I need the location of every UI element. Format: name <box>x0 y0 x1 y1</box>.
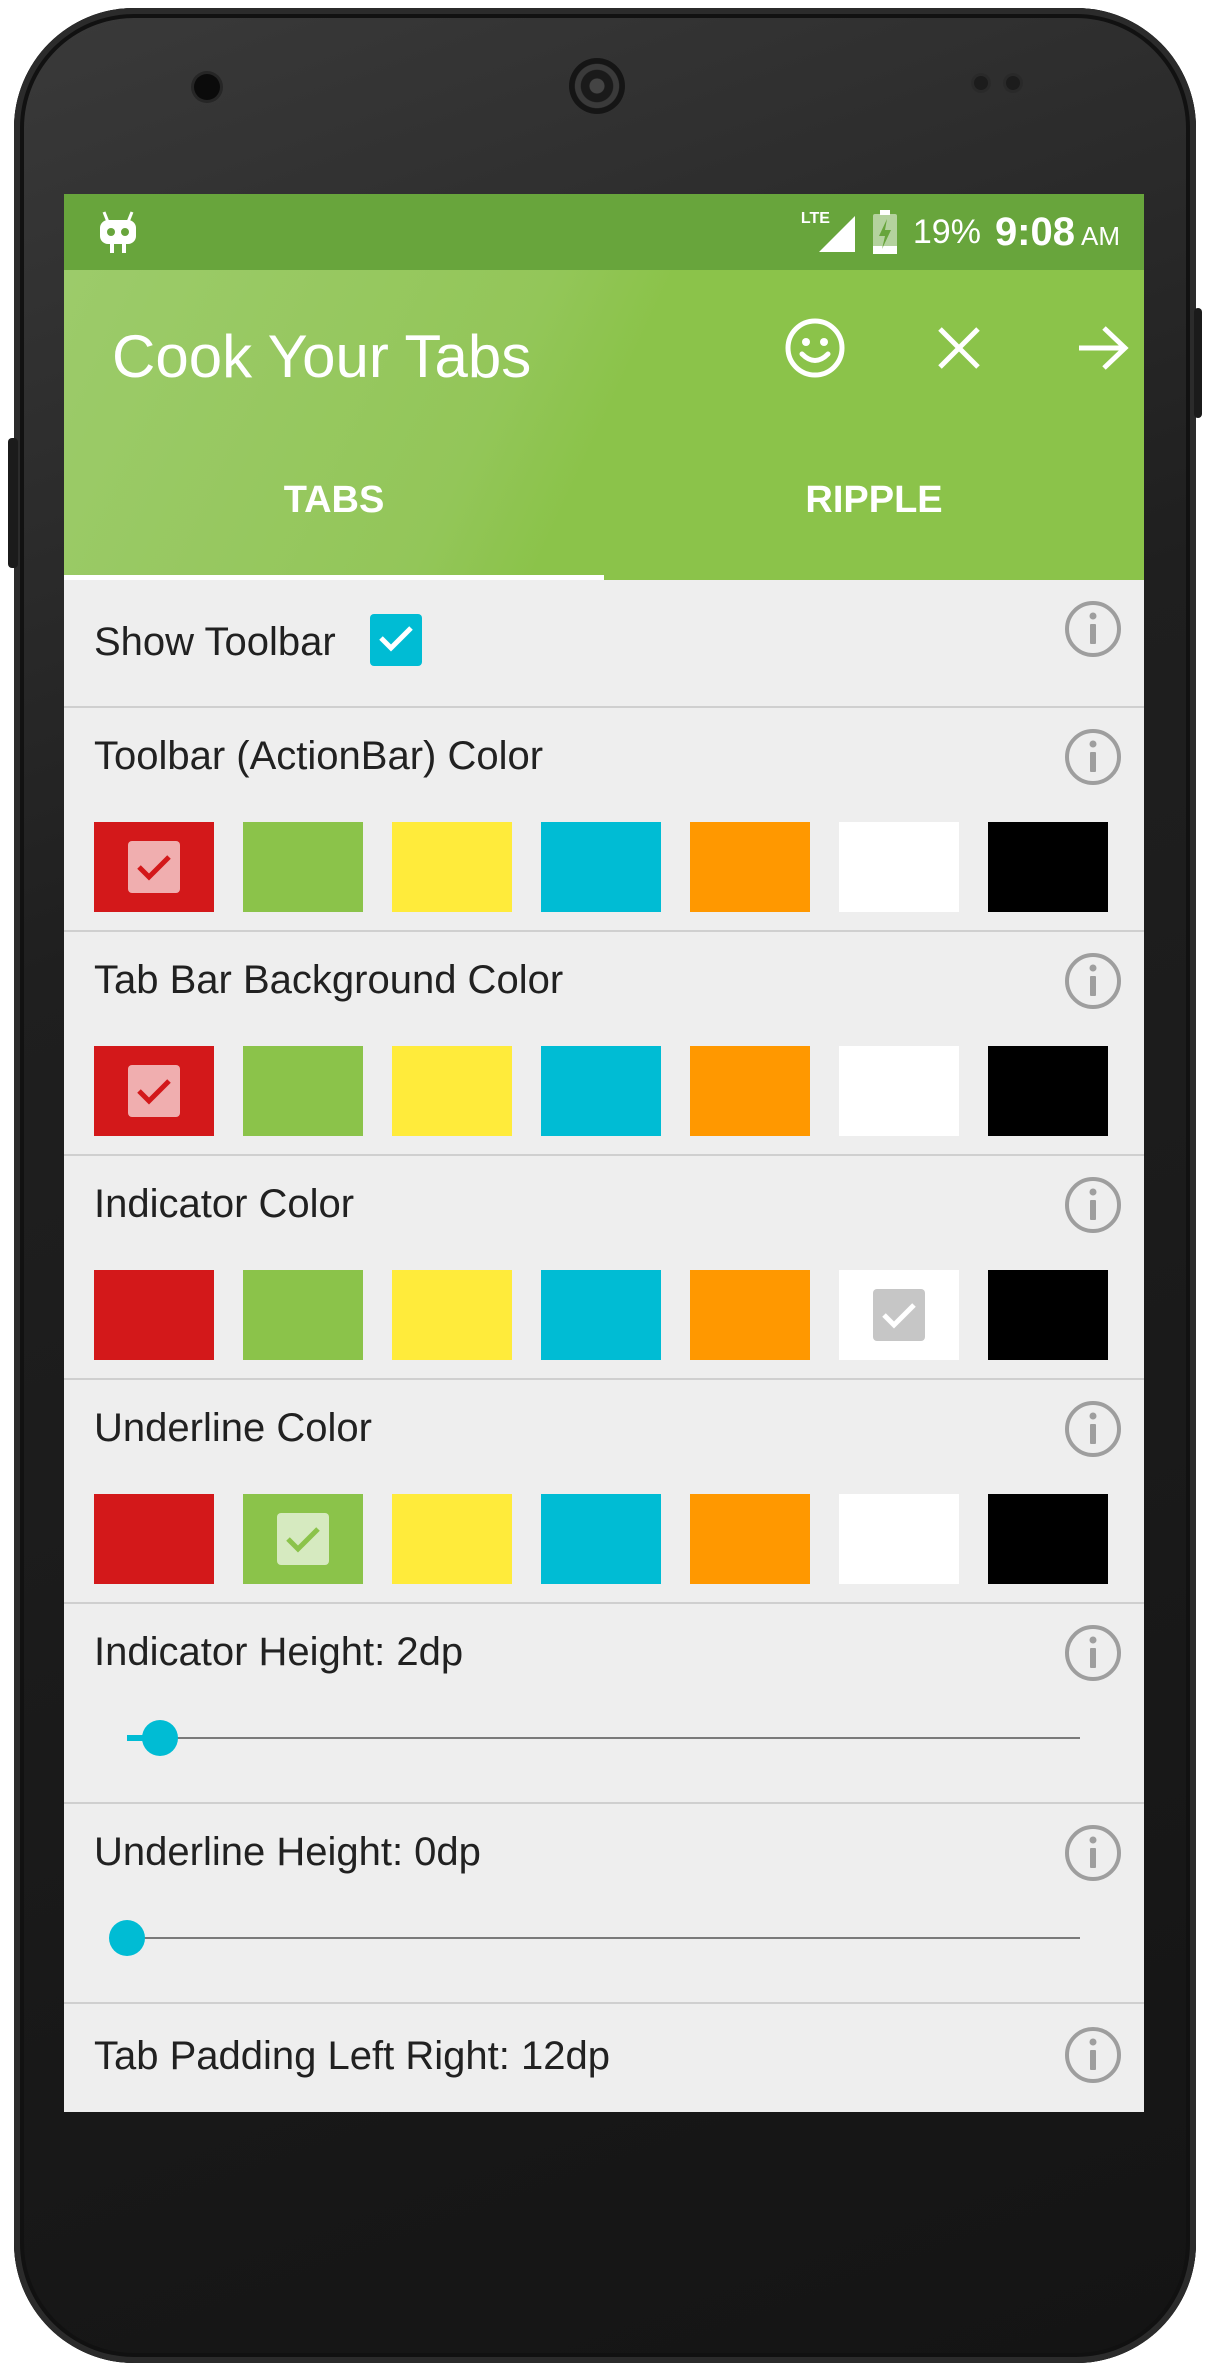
swatch-green[interactable] <box>243 1270 363 1360</box>
swatch-red[interactable] <box>94 1046 214 1136</box>
lte-signal-icon: LTE <box>801 210 857 254</box>
underline-color-swatches <box>94 1494 1108 1584</box>
info-icon[interactable] <box>1064 952 1122 1010</box>
tab-tabs-label: TABS <box>283 478 385 521</box>
swatch-yellow[interactable] <box>392 822 512 912</box>
info-icon[interactable] <box>1064 1176 1122 1234</box>
arrow-forward-icon <box>1077 325 1129 376</box>
swatch-yellow[interactable] <box>392 1494 512 1584</box>
swatch-orange[interactable] <box>690 1494 810 1584</box>
volume-button <box>1194 308 1202 418</box>
status-icons: LTE 19% 9:08 AM <box>801 208 1120 256</box>
screen: LTE 19% 9:08 AM Cook Your Tabs TABS RIPP… <box>64 194 1144 2112</box>
swatch-orange[interactable] <box>690 1046 810 1136</box>
swatch-orange[interactable] <box>690 822 810 912</box>
slider-track <box>127 1737 1080 1739</box>
indicator-color-swatches <box>94 1270 1108 1360</box>
clock: 9:08 AM <box>995 210 1120 255</box>
swatch-black[interactable] <box>988 1046 1108 1136</box>
show-toolbar-checkbox[interactable] <box>370 614 422 666</box>
setting-underline-height: Underline Height: 0dp <box>64 1804 1144 2004</box>
selected-checkmark-icon <box>128 841 180 893</box>
swatch-white[interactable] <box>839 1494 959 1584</box>
proximity-sensor <box>974 76 988 90</box>
swatch-cyan[interactable] <box>541 1270 661 1360</box>
earpiece-speaker <box>569 58 625 114</box>
underline-color-label: Underline Color <box>94 1406 372 1450</box>
swatch-cyan[interactable] <box>541 1494 661 1584</box>
swatch-cyan[interactable] <box>541 822 661 912</box>
app-title: Cook Your Tabs <box>112 323 532 390</box>
swatch-green[interactable] <box>243 1046 363 1136</box>
setting-tabbar-color: Tab Bar Background Color <box>64 932 1144 1156</box>
forward-button[interactable] <box>1063 310 1143 390</box>
setting-underline-color: Underline Color <box>64 1380 1144 1604</box>
app-toolbar: Cook Your Tabs TABS RIPPLE <box>64 270 1144 580</box>
tabbar-color-label: Tab Bar Background Color <box>94 958 564 1002</box>
swatch-black[interactable] <box>988 1494 1108 1584</box>
smiley-button[interactable] <box>775 310 855 390</box>
setting-show-toolbar: Show Toolbar <box>64 580 1144 708</box>
indicator-height-slider[interactable] <box>127 1718 1080 1758</box>
swatch-black[interactable] <box>988 1270 1108 1360</box>
setting-tab-padding: Tab Padding Left Right: 12dp <box>64 2004 1144 2112</box>
swatch-orange[interactable] <box>690 1270 810 1360</box>
swatch-red[interactable] <box>94 1494 214 1584</box>
light-sensor <box>1006 76 1020 90</box>
info-icon[interactable] <box>1064 1624 1122 1682</box>
swatch-green[interactable] <box>243 1494 363 1584</box>
selected-checkmark-icon <box>277 1513 329 1565</box>
selected-checkmark-icon <box>128 1065 180 1117</box>
underline-height-label: Underline Height: 0dp <box>94 1830 481 1874</box>
smiley-icon <box>784 317 846 384</box>
battery-charging-icon <box>871 210 899 254</box>
indicator-color-label: Indicator Color <box>94 1182 355 1226</box>
tab-ripple-label: RIPPLE <box>805 478 943 521</box>
slider-thumb[interactable] <box>109 1920 145 1956</box>
tab-ripple[interactable]: RIPPLE <box>604 420 1144 580</box>
checkmark-icon <box>377 623 415 658</box>
swatch-red[interactable] <box>94 1270 214 1360</box>
underline-height-slider[interactable] <box>109 1918 1080 1958</box>
swatch-yellow[interactable] <box>392 1270 512 1360</box>
tab-padding-label: Tab Padding Left Right: 12dp <box>94 2034 610 2078</box>
info-icon[interactable] <box>1064 728 1122 786</box>
show-toolbar-label: Show Toolbar <box>94 620 336 664</box>
setting-indicator-height: Indicator Height: 2dp <box>64 1604 1144 1804</box>
close-icon <box>936 325 982 376</box>
swatch-white[interactable] <box>839 1046 959 1136</box>
clock-time: 9:08 <box>994 209 1075 254</box>
swatch-green[interactable] <box>243 822 363 912</box>
tab-bar: TABS RIPPLE <box>64 420 1144 580</box>
status-bar: LTE 19% 9:08 AM <box>64 194 1144 270</box>
indicator-height-label: Indicator Height: 2dp <box>94 1630 464 1674</box>
swatch-cyan[interactable] <box>541 1046 661 1136</box>
slider-thumb[interactable] <box>142 1720 178 1756</box>
front-camera <box>194 74 220 100</box>
close-button[interactable] <box>919 310 999 390</box>
clock-ampm: AM <box>1081 220 1120 251</box>
cyanogen-mascot-icon <box>96 208 140 256</box>
tabbar-color-swatches <box>94 1046 1108 1136</box>
slider-track <box>127 1937 1080 1939</box>
info-icon[interactable] <box>1064 1400 1122 1458</box>
swatch-white[interactable] <box>839 822 959 912</box>
selected-checkmark-icon <box>873 1289 925 1341</box>
swatch-black[interactable] <box>988 822 1108 912</box>
swatch-red[interactable] <box>94 822 214 912</box>
toolbar-color-swatches <box>94 822 1108 912</box>
info-icon[interactable] <box>1064 2026 1122 2084</box>
battery-percent: 19% <box>912 212 981 251</box>
settings-list: Show Toolbar Toolbar (ActionBar) Color T… <box>64 580 1144 2112</box>
toolbar-color-label: Toolbar (ActionBar) Color <box>94 734 544 778</box>
tab-tabs[interactable]: TABS <box>64 420 604 580</box>
power-button <box>8 438 18 568</box>
swatch-white[interactable] <box>839 1270 959 1360</box>
setting-indicator-color: Indicator Color <box>64 1156 1144 1380</box>
setting-toolbar-color: Toolbar (ActionBar) Color <box>64 708 1144 932</box>
swatch-yellow[interactable] <box>392 1046 512 1136</box>
info-icon[interactable] <box>1064 600 1122 658</box>
info-icon[interactable] <box>1064 1824 1122 1882</box>
